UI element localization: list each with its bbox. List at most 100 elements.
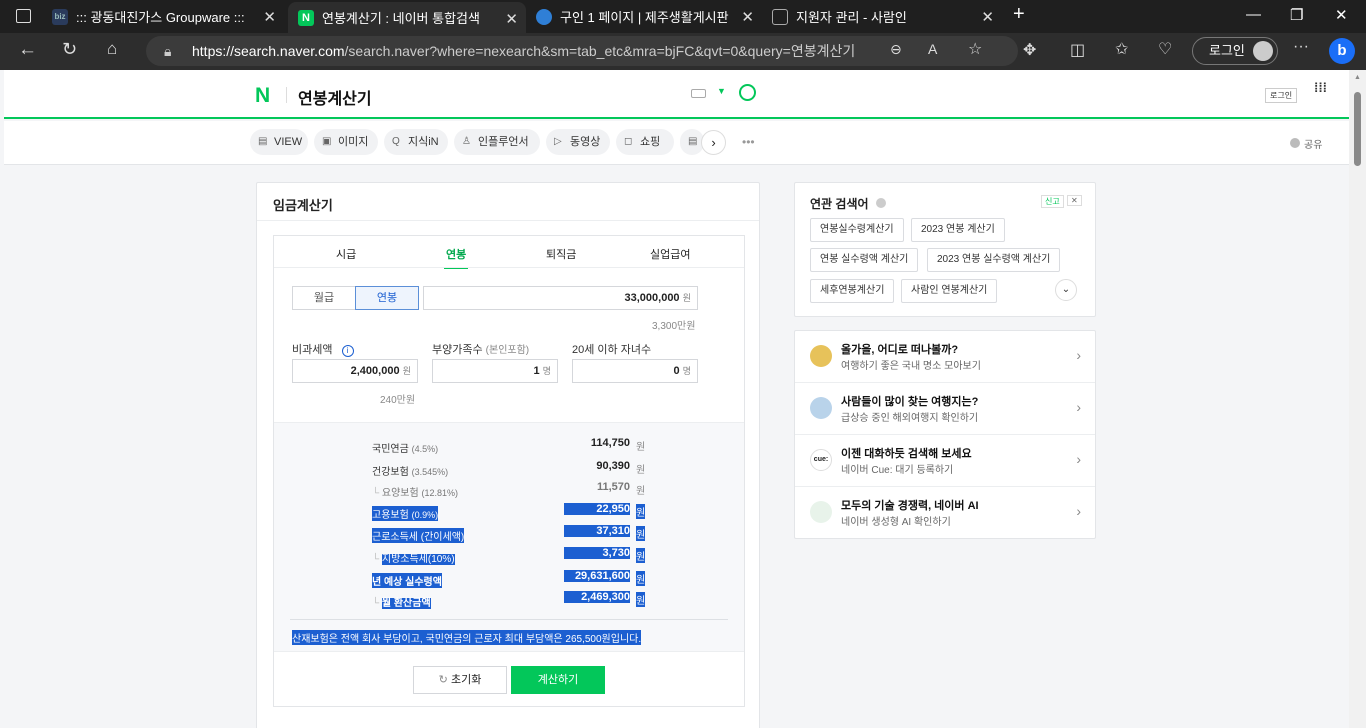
browser-tab-saramin[interactable]: 지원자 관리 - 사람인 ✕ xyxy=(772,0,1002,33)
divider xyxy=(257,220,759,221)
profile-label: 로그인 xyxy=(1209,43,1245,58)
unit: 원 xyxy=(636,526,646,541)
tab-kin[interactable]: Q 지식iN xyxy=(384,129,448,155)
suggestion-item[interactable]: cue: 이젠 대화하듯 검색해 보세요 네이버 Cue: 대기 등록하기 › xyxy=(795,435,1095,487)
profile-button[interactable]: 로그인 xyxy=(1192,37,1278,65)
more-icon[interactable]: ••• xyxy=(742,135,755,149)
bag-icon: ◻ xyxy=(624,136,633,147)
read-aloud-icon[interactable]: A xyxy=(928,41,937,57)
tab-label: 동영상 xyxy=(570,136,601,148)
suggestions-card: 올가을, 어디로 떠나볼까? 여행하기 좋은 국내 명소 모아보기 › 사람들이… xyxy=(794,330,1096,539)
related-chip[interactable]: 연봉실수령계산기 xyxy=(810,218,904,242)
browser-tab-jeju[interactable]: 구인 1 페이지 | 제주생활게시판 ✕ xyxy=(536,0,762,33)
result-value-employment: 22,950 xyxy=(564,503,630,515)
related-chip[interactable]: 사람인 연봉계산기 xyxy=(901,279,998,303)
scrollbar-thumb[interactable] xyxy=(1354,92,1361,166)
row-label: 국민연금 xyxy=(372,444,409,455)
tab-shopping[interactable]: ◻ 쇼핑 xyxy=(616,129,674,155)
close-icon[interactable]: ✕ xyxy=(1067,195,1082,206)
share-button[interactable]: 공유 xyxy=(1290,136,1322,151)
new-tab-icon[interactable]: + xyxy=(1013,3,1025,26)
favorite-star-icon[interactable]: ☆ xyxy=(968,39,982,59)
scroll-up-icon[interactable]: ▲ xyxy=(1354,74,1361,81)
close-icon[interactable]: ✕ xyxy=(741,8,754,26)
suggestion-item[interactable]: 올가을, 어디로 떠나볼까? 여행하기 좋은 국내 명소 모아보기 › xyxy=(795,331,1095,383)
unit: 원 xyxy=(402,366,411,376)
page-scrollbar[interactable]: ▲ xyxy=(1349,70,1366,728)
tab-hourly[interactable]: 시급 xyxy=(336,246,356,262)
favorites-icon[interactable]: ✩ xyxy=(1115,39,1128,59)
naver-logo[interactable]: N xyxy=(255,84,270,108)
apps-grid-icon[interactable]: ⁞⁞⁞ xyxy=(1314,81,1327,94)
reset-button[interactable]: ↻ 초기화 xyxy=(413,666,507,694)
salary-hint: 3,300만원 xyxy=(652,321,696,332)
page-favicon-icon xyxy=(772,8,788,25)
restore-icon[interactable]: ❐ xyxy=(1290,6,1303,24)
tab-view[interactable]: ▤ VIEW xyxy=(250,129,308,155)
share-icon xyxy=(1290,138,1300,148)
related-chip[interactable]: 2023 연봉 계산기 xyxy=(911,218,1005,242)
close-window-icon[interactable]: ✕ xyxy=(1335,6,1348,24)
toggle-annual[interactable]: 연봉 xyxy=(355,286,419,310)
result-value-local-tax: 3,730 xyxy=(564,547,630,559)
suggestion-item[interactable]: 모두의 기술 경쟁력, 네이버 AI 네이버 생성형 AI 확인하기 › xyxy=(795,487,1095,539)
keyboard-icon[interactable] xyxy=(691,89,706,98)
browser-toolbar: ← ↻ ⌂ 🔒︎ https://search.naver.com/search… xyxy=(0,33,1366,70)
tab-image[interactable]: ▣ 이미지 xyxy=(314,129,378,155)
nontax-hint: 240만원 xyxy=(380,395,416,406)
tab-label: 인플루언서 xyxy=(478,136,529,148)
children-label: 20세 이하 자녀수 xyxy=(572,344,652,356)
search-icon[interactable] xyxy=(739,84,756,101)
report-button[interactable]: 신고 xyxy=(1041,195,1064,208)
calculator-inner-box: 시급 연봉 퇴직금 실업급여 월급 연봉 33,000,000 원 3,300만원… xyxy=(273,235,745,707)
dropdown-arrow-icon[interactable]: ▼ xyxy=(717,86,726,96)
salary-input[interactable]: 33,000,000 원 xyxy=(423,286,698,310)
browser-tab-groupware[interactable]: biz ::: 광동대진가스 Groupware ::: ✕ xyxy=(52,0,284,33)
extensions-icon[interactable]: ✥ xyxy=(1023,40,1036,60)
bing-copilot-icon[interactable]: b xyxy=(1329,38,1355,64)
search-query[interactable]: 연봉계산기 xyxy=(298,85,372,109)
related-chip[interactable]: 세후연봉계산기 xyxy=(810,279,895,303)
related-chip[interactable]: 연봉 실수령액 계산기 xyxy=(810,248,919,272)
children-input[interactable]: 0명 xyxy=(572,359,698,383)
browser-tab-naver[interactable]: N 연봉계산기 : 네이버 통합검색 ✕ xyxy=(288,2,526,33)
tab-influencer[interactable]: ♙ 인플루언서 xyxy=(454,129,540,155)
next-tabs-button[interactable]: › xyxy=(701,130,726,155)
cue-logo-icon: cue: xyxy=(810,449,832,471)
expand-chevron-icon[interactable]: ⌄ xyxy=(1055,279,1077,301)
tab-annual[interactable]: 연봉 xyxy=(444,246,469,269)
refresh-icon[interactable]: ↻ xyxy=(62,39,77,60)
tab-actions-icon[interactable] xyxy=(16,9,31,23)
chevron-right-icon: › xyxy=(1076,347,1081,363)
address-bar[interactable]: 🔒︎ https://search.naver.com/search.naver… xyxy=(146,36,1018,66)
zoom-icon[interactable]: ⊖ xyxy=(890,41,902,58)
suggestion-item[interactable]: 사람들이 많이 찾는 여행지는? 급상승 중인 해외여행지 확인하기 › xyxy=(795,383,1095,435)
tab-video[interactable]: ▷ 동영상 xyxy=(546,129,610,155)
tab-unemployment[interactable]: 실업급여 xyxy=(650,246,690,262)
nontax-input[interactable]: 2,400,000 원 xyxy=(292,359,418,383)
avatar xyxy=(1253,41,1273,61)
close-icon[interactable]: ✕ xyxy=(981,8,994,26)
tab-title: 연봉계산기 : 네이버 통합검색 xyxy=(322,11,480,26)
related-chip[interactable]: 2023 연봉 실수령액 계산기 xyxy=(927,248,1061,272)
login-button[interactable]: 로그인 xyxy=(1265,88,1298,103)
children-value: 0 xyxy=(673,365,680,377)
close-icon[interactable]: ✕ xyxy=(505,10,518,28)
help-icon[interactable] xyxy=(875,198,886,208)
split-screen-icon[interactable]: ◫ xyxy=(1070,40,1085,60)
calculate-button[interactable]: 계산하기 xyxy=(511,666,605,694)
more-menu-icon[interactable]: ··· xyxy=(1293,38,1309,56)
back-icon[interactable]: ← xyxy=(18,39,37,61)
close-icon[interactable]: ✕ xyxy=(263,8,276,26)
url-path: /search.naver?where=nexearch&sm=tab_etc&… xyxy=(344,43,856,59)
tab-severance[interactable]: 퇴직금 xyxy=(546,246,576,262)
toggle-monthly[interactable]: 월급 xyxy=(292,286,356,310)
chevron-right-icon: › xyxy=(1076,503,1081,519)
suggestion-subtitle: 여행하기 좋은 국내 명소 모아보기 xyxy=(841,361,981,372)
dependents-input[interactable]: 1명 xyxy=(432,359,558,383)
minimize-icon[interactable]: — xyxy=(1246,6,1261,23)
info-icon[interactable]: i xyxy=(341,345,354,357)
unit: 원 xyxy=(636,592,646,607)
home-icon[interactable]: ⌂ xyxy=(107,39,117,59)
browser-essentials-icon[interactable]: ♡ xyxy=(1158,39,1172,59)
